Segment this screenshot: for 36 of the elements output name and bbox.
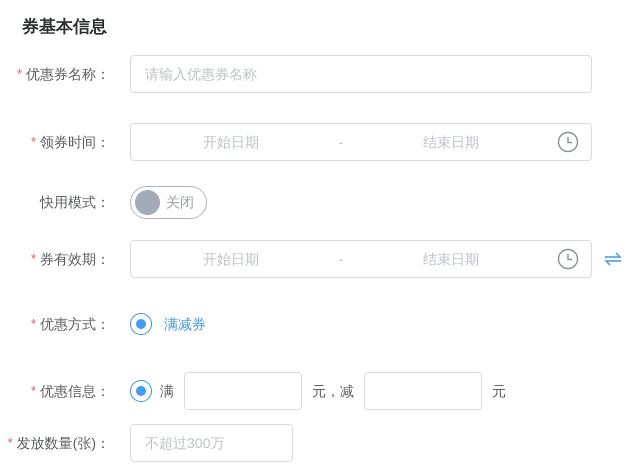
field-label: 优惠方式： [40, 314, 110, 334]
range-separator: - [338, 132, 344, 152]
input-field[interactable]: 不超过300万 [130, 424, 293, 462]
field-label: 领券时间： [40, 132, 110, 152]
radio-label: 满 [160, 382, 174, 400]
toggle-switch[interactable]: 关闭 [130, 186, 207, 218]
amount-field[interactable] [184, 372, 302, 410]
required-mark: * [16, 65, 22, 84]
start-date-placeholder: 开始日期 [202, 250, 260, 268]
date-range-field[interactable]: 开始日期 - 结束日期 [130, 240, 592, 278]
radio-label[interactable]: 满减券 [164, 314, 206, 334]
section-title: 券基本信息 [22, 16, 108, 38]
field-label: 发放数量(张)： [16, 434, 110, 453]
unit-text: 元，减 [312, 382, 354, 400]
required-mark: * [30, 133, 36, 152]
input-field[interactable]: 请输入优惠券名称 [130, 55, 592, 93]
radio-button[interactable] [130, 313, 152, 335]
date-range-field[interactable]: 开始日期 - 结束日期 [130, 123, 592, 161]
range-separator: - [338, 250, 344, 268]
field-label: 券有效期： [40, 250, 110, 268]
end-date-placeholder: 结束日期 [422, 132, 480, 152]
required-mark: * [30, 250, 36, 268]
required-mark: * [30, 315, 36, 334]
end-date-placeholder: 结束日期 [422, 250, 480, 268]
start-date-placeholder: 开始日期 [202, 132, 260, 152]
clock-icon [557, 131, 579, 153]
unit-text: 元 [492, 382, 506, 400]
required-mark: * [30, 382, 36, 400]
required-mark: * [8, 434, 13, 452]
amount-field[interactable] [364, 372, 482, 410]
field-label: 快用模式： [40, 192, 110, 212]
field-label: 优惠券名称： [26, 64, 110, 84]
swap-icon[interactable] [604, 252, 622, 266]
field-label: 优惠信息： [40, 382, 110, 400]
clock-icon [557, 248, 579, 270]
radio-button[interactable] [130, 380, 152, 402]
